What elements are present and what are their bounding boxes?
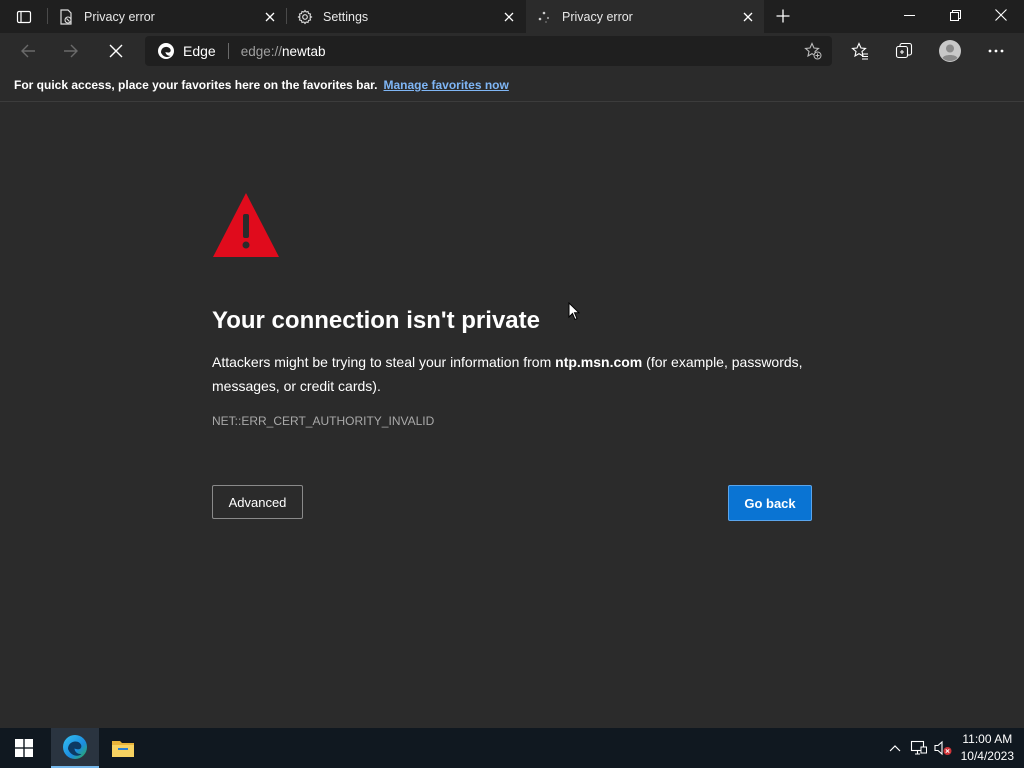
restore-icon[interactable] <box>932 0 978 30</box>
favorites-icon[interactable] <box>845 37 875 65</box>
edge-logo-icon <box>157 42 175 60</box>
clock-time: 11:00 AM <box>962 732 1013 746</box>
favorites-bar-hint: For quick access, place your favorites h… <box>14 78 378 92</box>
close-tab-icon[interactable] <box>499 7 519 27</box>
tab-privacy-error-active[interactable]: Privacy error <box>526 0 764 33</box>
forward-arrow-icon[interactable] <box>56 37 86 65</box>
minimize-icon[interactable] <box>886 0 932 30</box>
tab-title: Privacy error <box>562 9 633 24</box>
close-window-icon[interactable] <box>978 0 1024 30</box>
description-prefix: Attackers might be trying to steal your … <box>212 354 556 370</box>
description-host: ntp.msn.com <box>555 354 643 370</box>
loading-spinner-icon <box>536 9 552 25</box>
add-favorite-icon[interactable] <box>802 41 824 61</box>
volume-muted-icon[interactable] <box>932 728 954 768</box>
back-arrow-icon[interactable] <box>13 37 43 65</box>
profile-avatar-icon[interactable] <box>935 37 965 65</box>
error-code: NET::ERR_CERT_AUTHORITY_INVALID <box>212 414 435 428</box>
tab-actions-icon[interactable] <box>10 6 38 28</box>
taskbar-clock[interactable]: 11:00 AM 10/4/2023 <box>961 731 1014 765</box>
error-description: Attackers might be trying to steal your … <box>212 350 822 398</box>
tab-settings[interactable]: Settings <box>287 0 525 33</box>
close-tab-icon[interactable] <box>260 7 280 27</box>
gear-icon <box>297 9 313 25</box>
page-title: Your connection isn't private <box>212 307 540 334</box>
more-options-icon[interactable] <box>981 37 1011 65</box>
new-tab-plus-icon[interactable] <box>770 4 796 28</box>
document-warning-icon <box>58 8 74 25</box>
network-icon[interactable] <box>908 728 930 768</box>
collections-icon[interactable] <box>889 37 919 65</box>
close-tab-icon[interactable] <box>738 7 758 27</box>
address-bar[interactable]: Edge edge://newtab <box>145 36 832 66</box>
site-identity-label: Edge <box>183 43 216 59</box>
tab-title: Privacy error <box>84 9 155 24</box>
go-back-button[interactable]: Go back <box>728 485 812 521</box>
clock-date: 10/4/2023 <box>960 749 1014 763</box>
file-explorer-icon[interactable] <box>99 728 147 768</box>
manage-favorites-link[interactable]: Manage favorites now <box>383 78 508 92</box>
browser-toolbar: Edge edge://newtab <box>0 33 1024 69</box>
windows-taskbar: 11:00 AM 10/4/2023 <box>0 728 1024 768</box>
warning-triangle-icon <box>212 192 280 263</box>
start-windows-icon[interactable] <box>0 728 48 768</box>
tab-privacy-error-1[interactable]: Privacy error <box>48 0 286 33</box>
url-scheme: edge:// <box>240 43 282 59</box>
url-text: edge://newtab <box>241 44 326 59</box>
address-separator <box>227 43 229 59</box>
mouse-cursor-icon <box>568 301 581 326</box>
advanced-button[interactable]: Advanced <box>212 485 303 519</box>
tab-title: Settings <box>323 9 369 24</box>
tab-strip: Privacy error Settings Privacy error <box>0 0 1024 33</box>
chevron-up-icon[interactable] <box>886 728 904 768</box>
error-page: Your connection isn't private Attackers … <box>0 103 1024 728</box>
favorites-bar: For quick access, place your favorites h… <box>0 69 1024 102</box>
edge-taskbar-icon[interactable] <box>51 728 99 768</box>
url-path: newtab <box>282 43 326 59</box>
stop-loading-icon[interactable] <box>101 37 131 65</box>
